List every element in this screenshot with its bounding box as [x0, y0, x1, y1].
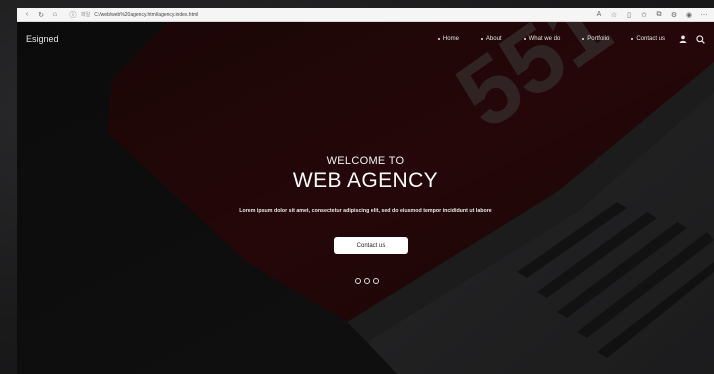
slider-dot[interactable]: [355, 278, 361, 284]
back-icon[interactable]: ‹: [23, 11, 31, 19]
browser-toolbar: ‹ ↻ ⌂ ⓘ 파일 C:/web/web%20agency.html/agen…: [17, 8, 714, 22]
slider-dots: [355, 278, 379, 284]
profile-icon[interactable]: ◉: [685, 11, 693, 19]
hero-description: Lorem ipsum dolor sit amet, consectetur …: [239, 208, 492, 214]
hero-section: WELCOME TO WEB AGENCY Lorem ipsum dolor …: [17, 22, 714, 374]
slider-dot[interactable]: [373, 278, 379, 284]
address-scheme-tag: 파일: [81, 12, 91, 18]
slider-dot[interactable]: [364, 278, 370, 284]
favorite-star-icon[interactable]: ☆: [610, 11, 618, 19]
split-screen-icon[interactable]: ▯: [625, 11, 633, 19]
web-page: 551 Esigned Home About What we do Portfo…: [17, 22, 714, 374]
browser-actions: A ☆ ▯ ✩ ⧉ ⚙ ◉ ⋯: [595, 11, 708, 19]
browser-window: ‹ ↻ ⌂ ⓘ 파일 C:/web/web%20agency.html/agen…: [17, 8, 714, 374]
more-menu-icon[interactable]: ⋯: [700, 11, 708, 19]
address-url: C:/web/web%20agency.html/agency.index.ht…: [94, 11, 199, 18]
extensions-icon[interactable]: ⚙: [670, 11, 678, 19]
address-bar[interactable]: ⓘ 파일 C:/web/web%20agency.html/agency.ind…: [69, 11, 199, 19]
info-icon: ⓘ: [69, 11, 77, 19]
home-icon[interactable]: ⌂: [51, 11, 59, 19]
favorites-icon[interactable]: ✩: [640, 11, 648, 19]
read-aloud-icon[interactable]: A: [595, 11, 603, 19]
hero-welcome: WELCOME TO: [326, 155, 405, 167]
hero-headline: WEB AGENCY: [292, 169, 439, 192]
contact-us-button[interactable]: Contact us: [334, 237, 408, 254]
refresh-icon[interactable]: ↻: [37, 11, 45, 19]
collections-icon[interactable]: ⧉: [655, 11, 663, 19]
